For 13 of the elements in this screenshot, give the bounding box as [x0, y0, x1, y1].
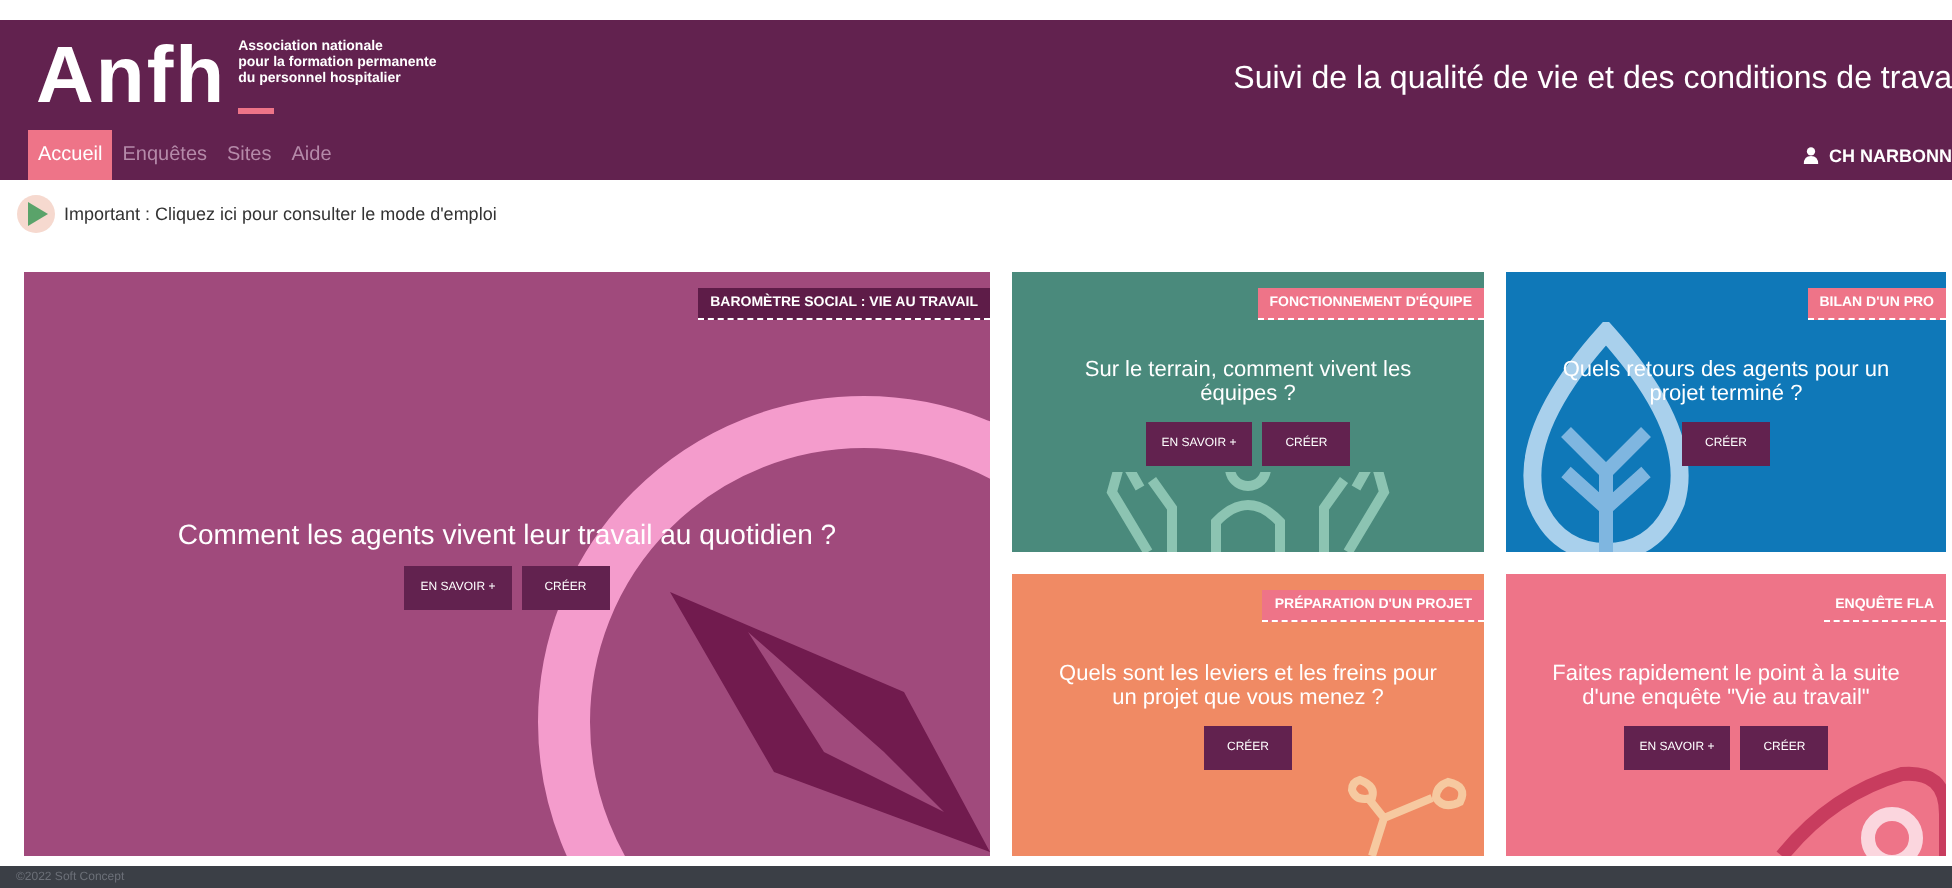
- play-icon[interactable]: [16, 194, 56, 234]
- nav-tab[interactable]: Sites: [217, 130, 282, 180]
- nav-tab[interactable]: Enquêtes: [112, 130, 218, 180]
- card-question: Sur le terrain, comment vivent les équipes ?: [1082, 358, 1414, 406]
- card-question: Faites rapidement le point à la suite d'une enquête "Vie au travail": [1550, 661, 1902, 709]
- nav-tab[interactable]: Aide: [281, 130, 342, 180]
- user-icon: [1801, 146, 1819, 164]
- user-name[interactable]: CH NARBONN: [1829, 145, 1952, 165]
- page-title: Suivi de la qualité de vie et des conditions de trava: [1233, 59, 1952, 97]
- logo-wordmark[interactable]: Anfh: [36, 31, 227, 119]
- card-question: Quels sont les leviers et les freins pour un projet que vous menez ?: [1057, 661, 1439, 709]
- logo-accent-bar: [238, 107, 275, 113]
- help-link[interactable]: Important : Cliquez ici pour consulter le mode d'emploi: [64, 204, 497, 224]
